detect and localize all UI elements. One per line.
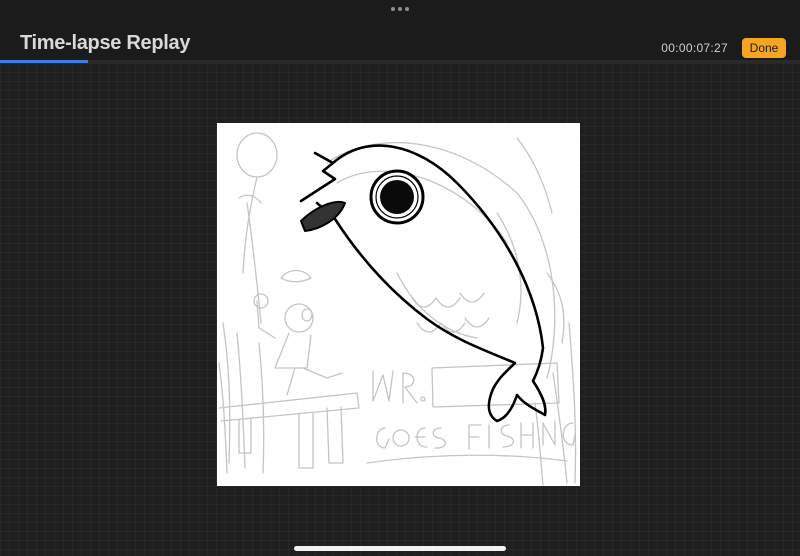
more-dots-icon[interactable] bbox=[388, 3, 412, 15]
artwork-canvas bbox=[217, 123, 580, 486]
replay-progress-fill bbox=[0, 60, 88, 63]
replay-timestamp: 00:00:07:27 bbox=[661, 41, 728, 55]
top-bar: Time-lapse Replay 00:00:07:27 Done bbox=[0, 0, 800, 62]
home-indicator[interactable] bbox=[294, 546, 506, 551]
done-button[interactable]: Done bbox=[742, 38, 786, 58]
replay-progress-bar[interactable] bbox=[0, 60, 800, 63]
page-title: Time-lapse Replay bbox=[20, 32, 191, 54]
fish-sketch-artwork bbox=[218, 132, 577, 486]
